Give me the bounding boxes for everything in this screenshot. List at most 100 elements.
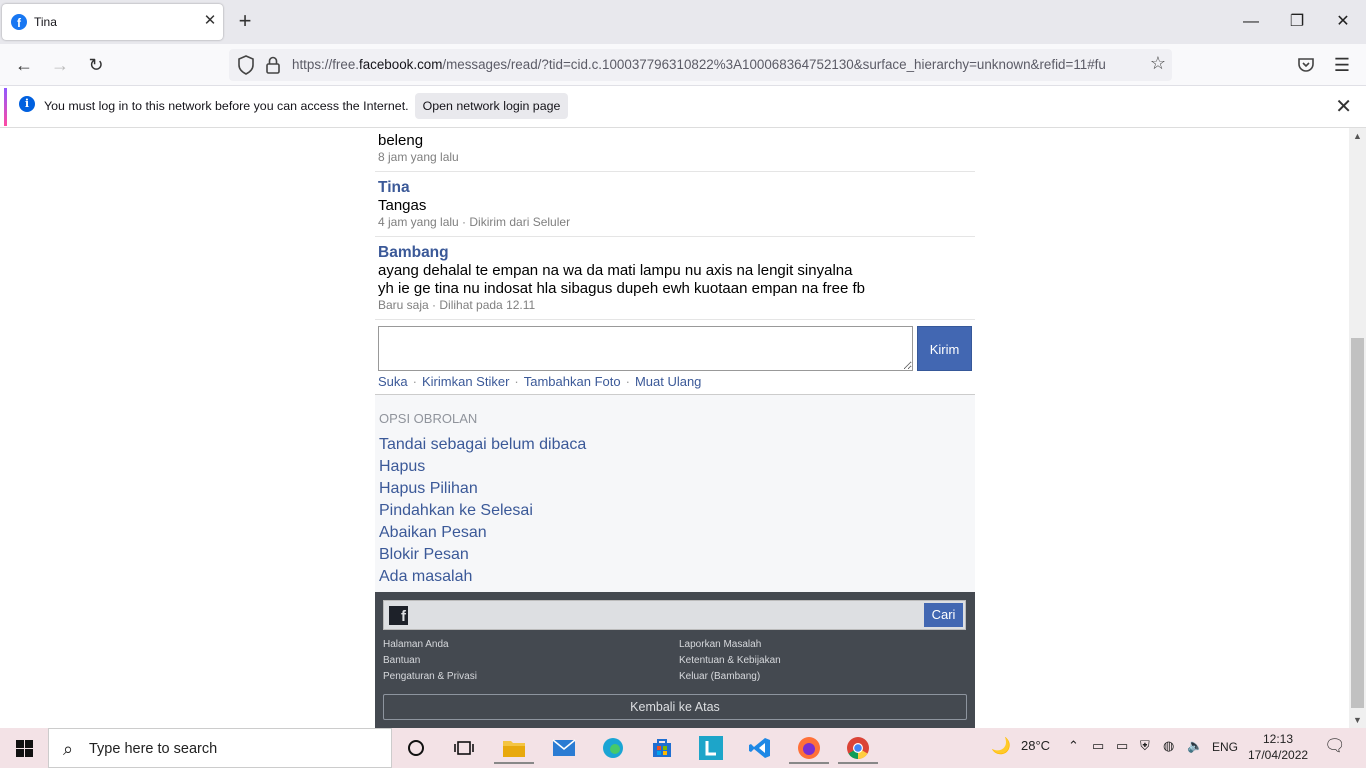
search-button[interactable]: Cari <box>924 603 963 627</box>
microsoft-store-icon[interactable] <box>642 732 682 764</box>
windows-logo-icon <box>16 740 33 757</box>
scrollbar-thumb[interactable] <box>1351 338 1364 708</box>
forward-button[interactable]: → <box>46 52 74 78</box>
page-scrollbar[interactable]: ▲ ▼ <box>1349 128 1366 728</box>
message-sender[interactable]: Bambang <box>378 244 449 262</box>
scroll-down-icon[interactable]: ▼ <box>1349 712 1366 728</box>
vscode-icon[interactable] <box>740 732 780 764</box>
notifications-icon[interactable]: 🗨 <box>1324 736 1346 756</box>
back-button[interactable]: ← <box>10 52 38 78</box>
browser-tab[interactable]: f Tina ✕ <box>2 4 223 40</box>
message-item: Bambang ayang dehalal te empan na wa da … <box>375 237 975 320</box>
clock[interactable]: 12:13 17/04/2022 <box>1248 731 1308 763</box>
compose-links: Suka · Kirimkan Stiker · Tambahkan Foto · Muat… <box>378 374 702 389</box>
notification-accent-bar <box>4 88 7 126</box>
message-input[interactable] <box>378 326 913 371</box>
close-window-button[interactable]: ✕ <box>1328 8 1358 36</box>
message-item: Tina Tangas 4 jam yang lalu · Dikirim da… <box>375 172 975 237</box>
windows-taskbar: ⌕ Type here to search 🌙 28°C ⌃ ▭ ▭ ⛨ ◍ 🔈… <box>0 728 1366 768</box>
restore-button[interactable]: ❐ <box>1282 8 1312 36</box>
message-meta: 8 jam yang lalu <box>378 150 459 164</box>
message-sender[interactable]: Tina <box>378 179 410 197</box>
new-tab-button[interactable]: + <box>233 10 257 34</box>
scroll-up-icon[interactable]: ▲ <box>1349 128 1366 144</box>
tab-bar: f Tina ✕ + — ❐ ✕ <box>0 0 1366 44</box>
footer-link-your-page[interactable]: Halaman Anda <box>383 639 449 650</box>
task-view-icon[interactable] <box>444 732 484 764</box>
facebook-logo-icon[interactable]: f <box>389 606 408 625</box>
edge-icon[interactable] <box>593 732 633 764</box>
message-meta: Baru saja · Dilihat pada 12.11 <box>378 298 536 312</box>
like-link[interactable]: Suka <box>378 374 408 389</box>
navigation-bar: ← → ↻ https://free.facebook.com/messages… <box>0 44 1366 86</box>
option-report-problem[interactable]: Ada masalah <box>379 568 472 586</box>
app-l-icon[interactable] <box>691 732 731 764</box>
back-to-top-button[interactable]: Kembali ke Atas <box>383 694 967 720</box>
message-item: beleng 8 jam yang lalu <box>375 128 975 172</box>
clock-date: 17/04/2022 <box>1248 748 1309 762</box>
weather-moon-icon[interactable]: 🌙 <box>991 736 1011 756</box>
mail-icon[interactable] <box>544 732 584 764</box>
menu-hamburger-icon[interactable]: ☰ <box>1328 52 1356 78</box>
option-delete[interactable]: Hapus <box>379 458 425 476</box>
chrome-icon[interactable] <box>838 732 878 764</box>
message-text: yh ie ge tina nu indosat hla sibagus dup… <box>378 280 866 297</box>
reload-button[interactable]: ↻ <box>82 52 110 78</box>
footer-link-settings-privacy[interactable]: Pengaturan & Privasi <box>383 671 477 682</box>
firefox-icon[interactable] <box>789 732 829 764</box>
add-photo-link[interactable]: Tambahkan Foto <box>524 374 621 389</box>
show-hidden-icons-chevron-icon[interactable]: ⌃ <box>1068 738 1079 754</box>
pocket-icon[interactable] <box>1297 57 1315 73</box>
network-globe-icon[interactable]: ◍ <box>1163 738 1174 754</box>
footer-link-report-problem[interactable]: Laporkan Masalah <box>679 639 761 650</box>
address-bar[interactable]: https://free.facebook.com/messages/read/… <box>229 49 1172 81</box>
security-shield-icon[interactable]: ⛨ <box>1140 738 1150 754</box>
taskbar-search-box[interactable]: ⌕ Type here to search <box>48 728 392 768</box>
search-placeholder: Type here to search <box>89 741 218 757</box>
message-text: ayang dehalal te empan na wa da mati lam… <box>378 262 853 279</box>
language-indicator[interactable]: ENG <box>1212 740 1238 754</box>
footer-link-terms-policies[interactable]: Ketentuan & Kebijakan <box>679 655 781 666</box>
send-button[interactable]: Kirim <box>917 326 972 371</box>
message-text: Tangas <box>378 197 427 214</box>
message-meta: 4 jam yang lalu · Dikirim dari Seluler <box>378 215 571 229</box>
chat-options: OPSI OBROLAN Tandai sebagai belum dibaca… <box>375 394 975 592</box>
tab-title: Tina <box>34 15 57 29</box>
open-login-page-button[interactable]: Open network login page <box>415 93 568 119</box>
info-icon: i <box>19 96 35 112</box>
option-block-messages[interactable]: Blokir Pesan <box>379 546 469 564</box>
close-notification-icon[interactable]: ✕ <box>1335 94 1352 119</box>
bookmark-star-icon[interactable]: ☆ <box>1150 53 1166 74</box>
option-move-to-done[interactable]: Pindahkan ke Selesai <box>379 502 533 520</box>
reload-link[interactable]: Muat Ulang <box>635 374 701 389</box>
footer-link-logout[interactable]: Keluar (Bambang) <box>679 671 760 682</box>
meet-now-icon[interactable]: ▭ <box>1092 738 1104 754</box>
file-explorer-icon[interactable] <box>494 732 534 764</box>
footer-link-help[interactable]: Bantuan <box>383 655 420 666</box>
page-viewport: beleng 8 jam yang lalu Tina Tangas 4 jam… <box>0 128 1349 728</box>
chat-options-heading: OPSI OBROLAN <box>379 411 478 426</box>
send-sticker-link[interactable]: Kirimkan Stiker <box>422 374 509 389</box>
compose-area: Kirim Suka · Kirimkan Stiker · Tambahkan Fot… <box>375 320 975 394</box>
footer-search-bar[interactable]: f Cari <box>383 600 966 630</box>
page-footer: f Cari Halaman Anda Bantuan Pengaturan &… <box>375 592 975 728</box>
clock-time: 12:13 <box>1262 732 1294 746</box>
message-text: beleng <box>378 132 424 149</box>
facebook-favicon-icon: f <box>11 14 27 30</box>
volume-icon[interactable]: 🔈 <box>1187 738 1203 754</box>
url-text: https://free.facebook.com/messages/read/… <box>292 57 1106 72</box>
option-ignore-messages[interactable]: Abaikan Pesan <box>379 524 487 542</box>
tracking-protection-shield-icon[interactable] <box>237 55 255 75</box>
option-delete-selected[interactable]: Hapus Pilihan <box>379 480 478 498</box>
battery-icon[interactable]: ▭ <box>1116 738 1128 754</box>
minimize-button[interactable]: — <box>1236 8 1266 36</box>
lock-icon[interactable] <box>265 55 281 75</box>
start-button[interactable] <box>0 728 48 768</box>
weather-temperature[interactable]: 28°C <box>1021 738 1050 753</box>
facebook-content: beleng 8 jam yang lalu Tina Tangas 4 jam… <box>375 128 975 728</box>
close-tab-icon[interactable]: ✕ <box>200 11 220 31</box>
search-icon: ⌕ <box>63 739 74 759</box>
cortana-icon[interactable] <box>396 732 436 764</box>
notification-message: You must log in to this network before y… <box>44 99 409 113</box>
option-mark-unread[interactable]: Tandai sebagai belum dibaca <box>379 436 586 454</box>
